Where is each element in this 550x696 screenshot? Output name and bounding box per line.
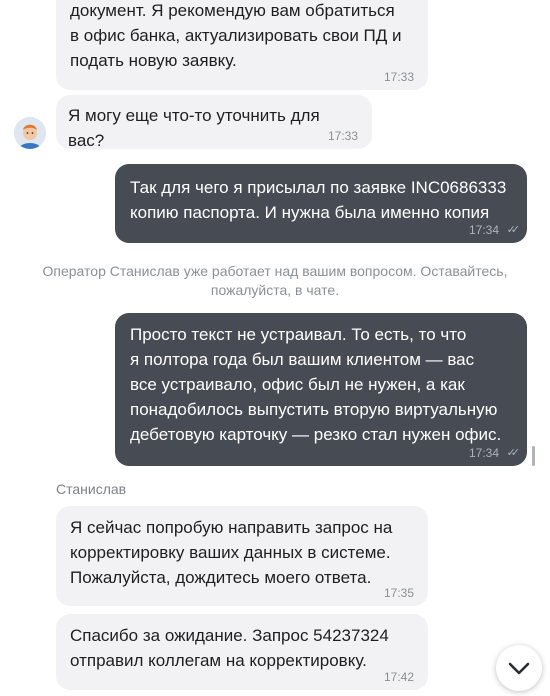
message-text: документ. Я рекомендую вам обратиться в … (70, 1, 402, 70)
message-text: Я могу еще что-то уточнить для вас? (68, 106, 320, 150)
scroll-to-bottom-button[interactable] (496, 645, 542, 691)
sender-name: Станислав (56, 481, 127, 497)
message-bubble-outgoing[interactable]: Так для чего я присылал по заявке INC068… (115, 164, 527, 243)
chevron-down-icon (508, 662, 530, 675)
system-notice: Оператор Станислав уже работает над ваши… (42, 263, 508, 298)
message-text: Спасибо за ожидание. Запрос 54237324 отп… (70, 626, 389, 670)
message-bubble-incoming[interactable]: Спасибо за ожидание. Запрос 54237324 отп… (56, 614, 428, 690)
message-text: Я сейчас попробую направить запрос на ко… (70, 518, 393, 587)
message-text: Так для чего я присылал по заявке INC068… (130, 178, 507, 222)
double-check-icon: ✓✓ (506, 447, 521, 459)
message-time: 17:34 (468, 223, 499, 237)
double-check-icon: ✓✓ (506, 224, 521, 236)
avatar-illustration (14, 117, 46, 149)
message-time: 17:42 (383, 670, 414, 684)
message-bubble-outgoing[interactable]: Просто текст не устраивал. То есть, то ч… (115, 313, 527, 466)
message-time: 17:34 (468, 446, 499, 460)
message-text: Просто текст не устраивал. То есть, то ч… (130, 325, 502, 444)
scrollbar-thumb[interactable] (532, 446, 535, 466)
message-time: 17:35 (383, 586, 414, 600)
message-time: 17:33 (383, 70, 414, 84)
message-bubble-incoming[interactable]: Я сейчас попробую направить запрос на ко… (56, 506, 428, 606)
operator-avatar (14, 117, 46, 149)
message-time: 17:33 (327, 129, 358, 143)
message-bubble-incoming[interactable]: Я могу еще что-то уточнить для вас? 17:3… (56, 95, 372, 150)
message-bubble-incoming[interactable]: документ. Я рекомендую вам обратиться в … (56, 0, 428, 90)
